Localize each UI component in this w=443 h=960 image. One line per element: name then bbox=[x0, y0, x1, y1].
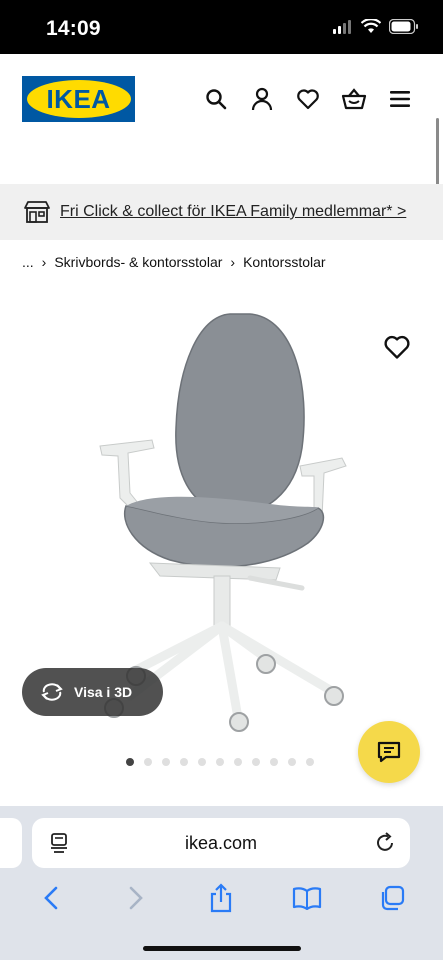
menu-icon[interactable] bbox=[387, 86, 413, 112]
chevron-left-icon bbox=[43, 886, 57, 910]
carousel-dot[interactable] bbox=[270, 758, 278, 766]
browser-toolbar bbox=[0, 878, 443, 918]
chevron-right-icon bbox=[129, 886, 143, 910]
carousel-dot[interactable] bbox=[126, 758, 134, 766]
ikea-logo[interactable]: IKEA bbox=[22, 76, 135, 122]
site-header: IKEA bbox=[0, 54, 443, 194]
status-time: 14:09 bbox=[46, 17, 101, 40]
share-icon bbox=[211, 883, 232, 913]
address-bar[interactable]: ikea.com bbox=[32, 818, 410, 868]
bookmarks-button[interactable] bbox=[291, 882, 323, 914]
carousel-dot[interactable] bbox=[306, 758, 314, 766]
rotate-3d-icon bbox=[41, 683, 63, 701]
chat-icon bbox=[377, 741, 401, 763]
carousel-dot[interactable] bbox=[288, 758, 296, 766]
tabs-button[interactable] bbox=[376, 882, 408, 914]
browser-chrome: ikea.com bbox=[0, 806, 443, 960]
back-button[interactable] bbox=[35, 882, 67, 914]
reload-icon[interactable] bbox=[374, 832, 396, 854]
favourite-button[interactable] bbox=[383, 334, 411, 362]
chevron-right-icon: › bbox=[230, 254, 236, 270]
store-icon bbox=[24, 201, 50, 223]
carousel-dot[interactable] bbox=[234, 758, 242, 766]
logo-text: IKEA bbox=[46, 83, 111, 114]
promo-link[interactable]: Fri Click & collect för IKEA Family medl… bbox=[60, 203, 406, 221]
book-icon bbox=[292, 887, 321, 910]
battery-icon bbox=[389, 19, 418, 34]
carousel-dots bbox=[126, 758, 314, 766]
view-in-3d-label: Visa i 3D bbox=[74, 684, 133, 700]
heart-icon[interactable] bbox=[295, 86, 321, 112]
wifi-icon bbox=[361, 19, 381, 33]
breadcrumb-item-desk-chairs[interactable]: Skrivbords- & kontorsstolar bbox=[54, 254, 222, 270]
share-button[interactable] bbox=[205, 882, 237, 914]
product-gallery[interactable]: Visa i 3D bbox=[0, 300, 443, 790]
carousel-dot[interactable] bbox=[216, 758, 224, 766]
heart-icon bbox=[384, 335, 410, 359]
scroll-indicator bbox=[436, 118, 439, 194]
tabs-icon bbox=[382, 885, 405, 911]
view-in-3d-button[interactable]: Visa i 3D bbox=[22, 668, 163, 716]
carousel-dot[interactable] bbox=[144, 758, 152, 766]
carousel-dot[interactable] bbox=[198, 758, 206, 766]
basket-icon[interactable] bbox=[341, 86, 367, 112]
page-settings-icon[interactable] bbox=[50, 833, 68, 853]
search-icon[interactable] bbox=[203, 86, 229, 112]
forward-button[interactable] bbox=[120, 882, 152, 914]
previous-tab-peek[interactable] bbox=[0, 818, 22, 868]
breadcrumb-item-office-chairs[interactable]: Kontorsstolar bbox=[243, 254, 325, 270]
status-bar: 14:09 bbox=[0, 0, 443, 54]
url-text: ikea.com bbox=[184, 832, 258, 853]
home-indicator bbox=[143, 946, 301, 951]
chevron-right-icon: › bbox=[41, 254, 47, 270]
profile-icon[interactable] bbox=[249, 86, 275, 112]
carousel-dot[interactable] bbox=[162, 758, 170, 766]
chat-button[interactable] bbox=[358, 721, 420, 783]
logo-oval: IKEA bbox=[26, 80, 131, 118]
signal-icon bbox=[333, 19, 351, 34]
status-icons bbox=[333, 19, 419, 34]
carousel-dot[interactable] bbox=[252, 758, 260, 766]
header-actions bbox=[203, 86, 413, 112]
promo-banner[interactable]: Fri Click & collect för IKEA Family medl… bbox=[0, 184, 443, 240]
breadcrumb: ... › Skrivbords- & kontorsstolar › Kont… bbox=[22, 254, 326, 270]
breadcrumb-ellipsis[interactable]: ... bbox=[22, 254, 34, 270]
carousel-dot[interactable] bbox=[180, 758, 188, 766]
